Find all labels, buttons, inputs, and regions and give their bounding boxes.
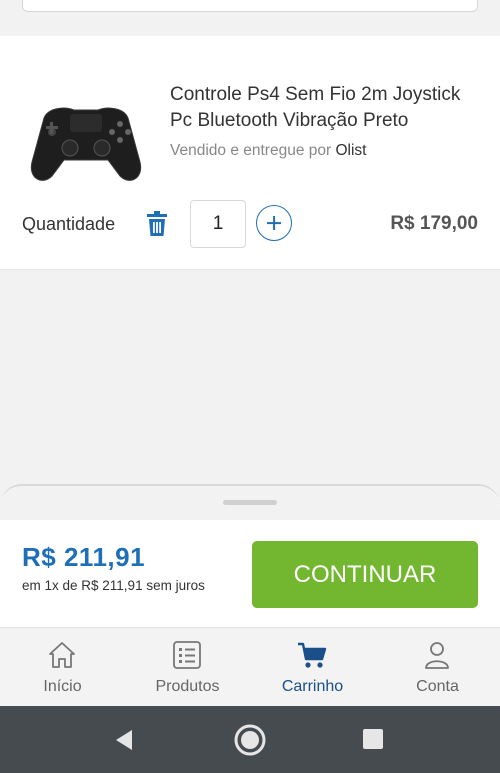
seller-prefix: Vendido e entregue por <box>170 142 332 159</box>
list-icon <box>173 641 201 669</box>
increase-quantity-button[interactable] <box>256 205 292 241</box>
nav-item-carrinho[interactable]: Carrinho <box>250 628 375 708</box>
seller-info: Vendido e entregue por Olist <box>170 142 366 160</box>
trash-icon[interactable] <box>145 211 169 237</box>
top-input-field[interactable] <box>22 0 478 12</box>
total-price: R$ 211,91 <box>22 542 146 572</box>
bottom-nav: Início Produtos Carrinho Conta <box>0 627 500 707</box>
sheet-header <box>0 486 500 520</box>
recents-icon[interactable] <box>362 728 384 750</box>
home-circle-icon[interactable] <box>233 723 267 757</box>
nav-label-carrinho: Carrinho <box>281 678 344 695</box>
installments-text: em 1x de R$ 211,91 sem juros <box>22 578 205 593</box>
continue-button[interactable]: CONTINUAR <box>252 541 478 608</box>
system-navigation-bar <box>0 706 500 773</box>
checkout-summary-sheet: R$ 211,91 em 1x de R$ 211,91 sem juros C… <box>0 484 500 629</box>
nav-item-conta[interactable]: Conta <box>375 628 500 708</box>
drag-handle[interactable] <box>223 500 277 505</box>
product-image[interactable] <box>24 78 148 198</box>
nav-item-produtos[interactable]: Produtos <box>125 628 250 708</box>
back-icon[interactable] <box>112 728 136 752</box>
nav-label-conta: Conta <box>416 678 459 695</box>
quantity-label: Quantidade <box>22 214 116 234</box>
cart-icon <box>298 642 327 668</box>
nav-label-inicio: Início <box>43 678 82 695</box>
nav-item-inicio[interactable]: Início <box>0 628 125 708</box>
item-price: R$ 179,00 <box>390 213 478 234</box>
user-icon <box>425 642 449 669</box>
cart-item-card: Controle Ps4 Sem Fio 2m Joystick Pc Blue… <box>0 36 500 270</box>
quantity-input[interactable]: 1 <box>190 200 246 248</box>
seller-name: Olist <box>335 142 367 159</box>
home-icon <box>49 642 75 668</box>
product-title[interactable]: Controle Ps4 Sem Fio 2m Joystick Pc Blue… <box>170 82 480 134</box>
nav-label-produtos: Produtos <box>155 678 220 695</box>
